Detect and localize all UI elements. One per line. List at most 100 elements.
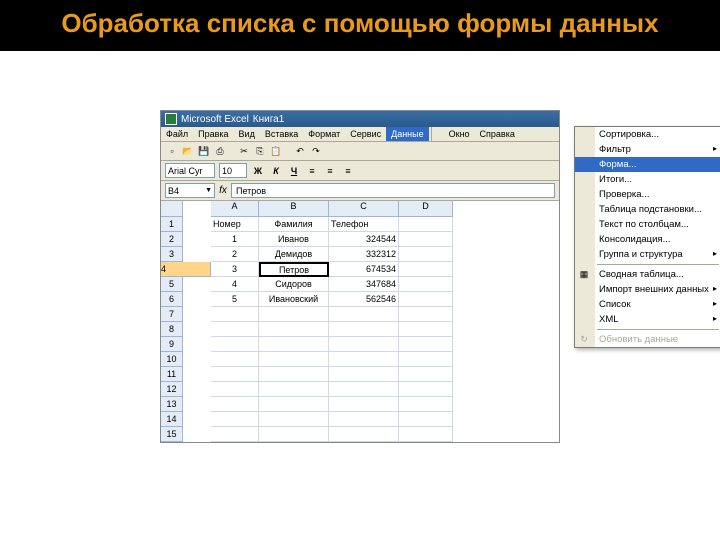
redo-button[interactable]: ↷ [309,144,323,158]
cell[interactable] [211,397,259,412]
cell[interactable] [399,412,453,427]
menu-tools[interactable]: Сервис [345,127,386,141]
row-header[interactable]: 7 [161,307,183,322]
cell[interactable] [259,427,329,442]
align-center-button[interactable]: ≡ [323,164,337,178]
row-header[interactable]: 14 [161,412,183,427]
cell[interactable] [399,382,453,397]
cell[interactable]: Сидоров [259,277,329,292]
row-header[interactable]: 6 [161,292,183,307]
open-button[interactable]: 📂 [181,144,195,158]
menu-item[interactable]: Сортировка... [575,127,720,142]
menu-item[interactable]: Фильтр▸ [575,142,720,157]
cell[interactable] [211,322,259,337]
cell[interactable] [211,367,259,382]
cell[interactable] [329,382,399,397]
cell[interactable] [211,352,259,367]
cell[interactable] [399,307,453,322]
cell[interactable]: 324544 [329,232,399,247]
menu-item[interactable]: Импорт внешних данных▸ [575,282,720,297]
menu-item[interactable]: Сводная таблица...▦ [575,267,720,282]
cell[interactable]: Петров [259,262,329,277]
menu-data[interactable]: Данные [386,127,429,141]
paste-button[interactable]: 📋 [269,144,283,158]
cell[interactable]: 1 [211,232,259,247]
cell[interactable] [259,322,329,337]
menu-item[interactable]: Группа и структура▸ [575,247,720,262]
row-header[interactable]: 10 [161,352,183,367]
col-header-A[interactable]: A [211,201,259,217]
cell[interactable] [399,247,453,262]
row-header[interactable]: 5 [161,277,183,292]
menu-item[interactable]: Текст по столбцам... [575,217,720,232]
cell[interactable] [259,397,329,412]
cell[interactable] [259,352,329,367]
menu-window[interactable]: Окно [444,127,475,141]
menu-view[interactable]: Вид [234,127,260,141]
menu-item[interactable]: Итоги... [575,172,720,187]
font-select[interactable]: Arial Cyr [165,163,215,178]
cell[interactable] [399,337,453,352]
cell[interactable] [399,292,453,307]
cell[interactable]: 4 [211,277,259,292]
cell[interactable] [211,382,259,397]
align-right-button[interactable]: ≡ [341,164,355,178]
row-header[interactable]: 9 [161,337,183,352]
col-header-C[interactable]: C [329,201,399,217]
cell[interactable] [329,397,399,412]
cell[interactable] [329,307,399,322]
font-size-select[interactable]: 10 [219,163,247,178]
cell[interactable]: Фамилия [259,217,329,232]
menu-item[interactable]: Проверка... [575,187,720,202]
cell[interactable]: Ивановский [259,292,329,307]
row-header[interactable]: 2 [161,232,183,247]
cell[interactable] [329,412,399,427]
print-button[interactable]: ⎙ [213,144,227,158]
row-header[interactable]: 12 [161,382,183,397]
menu-help[interactable]: Справка [475,127,520,141]
cell[interactable] [259,382,329,397]
cell[interactable] [399,352,453,367]
cell[interactable]: Иванов [259,232,329,247]
cell[interactable] [399,367,453,382]
cell[interactable] [399,427,453,442]
cut-button[interactable]: ✂ [237,144,251,158]
underline-button[interactable]: Ч [287,164,301,178]
save-button[interactable]: 💾 [197,144,211,158]
col-header-B[interactable]: B [259,201,329,217]
cell[interactable] [399,322,453,337]
cell[interactable]: Телефон [329,217,399,232]
row-header[interactable]: 4 [161,262,211,277]
cell[interactable] [399,232,453,247]
cell[interactable]: 347684 [329,277,399,292]
cell[interactable] [329,337,399,352]
row-header[interactable]: 15 [161,427,183,442]
italic-button[interactable]: К [269,164,283,178]
cell[interactable] [211,307,259,322]
menu-format[interactable]: Формат [303,127,345,141]
cell[interactable]: 3 [211,262,259,277]
cell[interactable] [329,427,399,442]
cell[interactable] [259,412,329,427]
cell[interactable]: 332312 [329,247,399,262]
menu-edit[interactable]: Правка [193,127,233,141]
cell[interactable] [211,337,259,352]
cell[interactable] [211,412,259,427]
cell[interactable]: Номер [211,217,259,232]
cell[interactable] [399,217,453,232]
cell[interactable]: Демидов [259,247,329,262]
row-header[interactable]: 1 [161,217,183,232]
cell[interactable] [329,367,399,382]
row-header[interactable]: 11 [161,367,183,382]
menu-item[interactable]: Консолидация... [575,232,720,247]
row-header[interactable]: 3 [161,247,183,262]
cell[interactable]: 674534 [329,262,399,277]
cell[interactable]: 2 [211,247,259,262]
menu-file[interactable]: Файл [161,127,193,141]
new-button[interactable]: ▫ [165,144,179,158]
cell[interactable] [399,397,453,412]
align-left-button[interactable]: ≡ [305,164,319,178]
cell[interactable] [329,352,399,367]
copy-button[interactable]: ⎘ [253,144,267,158]
fx-icon[interactable]: fx [217,185,229,196]
